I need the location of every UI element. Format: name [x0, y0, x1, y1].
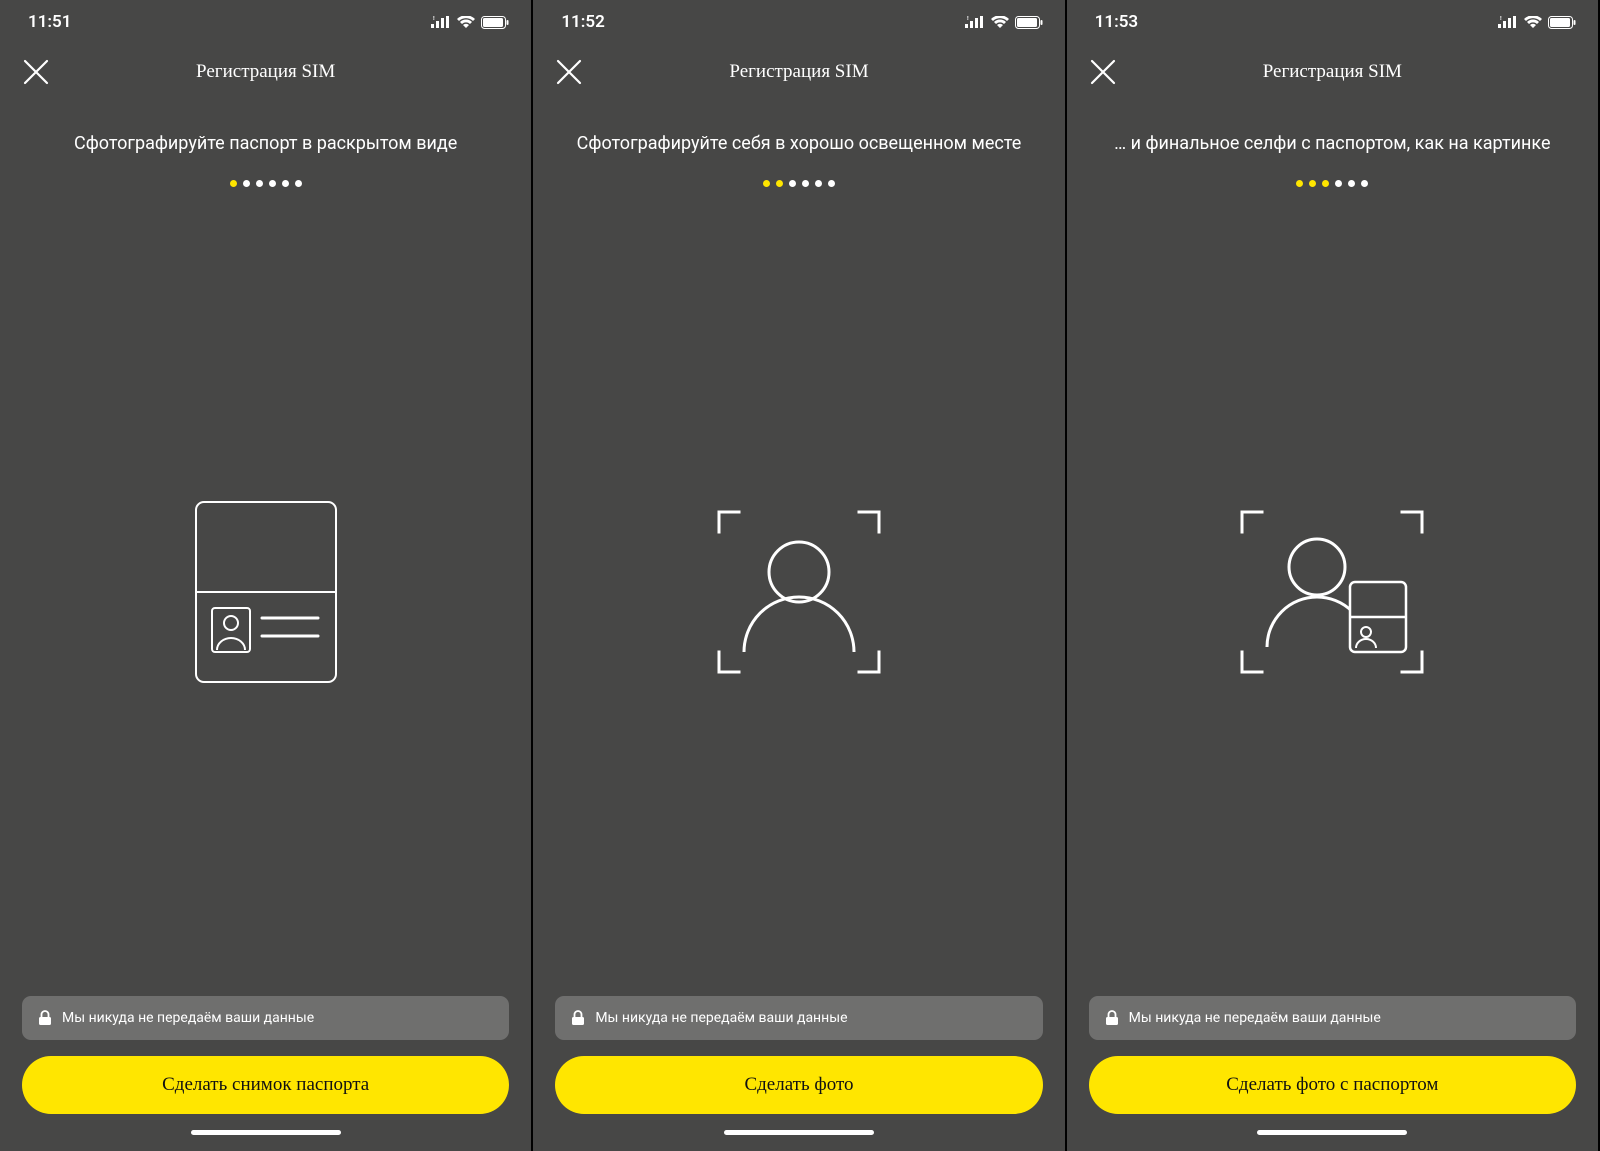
dot: [1309, 180, 1316, 187]
wifi-icon: [1524, 16, 1542, 28]
svg-text:!: !: [1500, 16, 1502, 22]
dot: [802, 180, 809, 187]
home-indicator[interactable]: [191, 1130, 341, 1135]
dot: [230, 180, 237, 187]
illustration-area: [1067, 187, 1598, 996]
dot: [269, 180, 276, 187]
lock-icon: [571, 1010, 585, 1026]
cta-button[interactable]: Сделать снимок паспорта: [22, 1056, 509, 1114]
battery-icon: [1548, 16, 1576, 29]
status-icons: !: [431, 16, 509, 29]
cellular-icon: !: [1498, 16, 1518, 28]
instruction-text: … и финальное селфи с паспортом, как на …: [1067, 100, 1598, 170]
close-icon: [553, 56, 585, 88]
status-time: 11:51: [28, 12, 71, 32]
screen-2: 11:52 ! Регистрация SIM Сфотографируйте …: [533, 0, 1066, 1151]
footer: Мы никуда не передаём ваши данные Сделат…: [533, 996, 1064, 1151]
privacy-notice: Мы никуда не передаём ваши данные: [555, 996, 1042, 1040]
dot: [789, 180, 796, 187]
privacy-text: Мы никуда не передаём ваши данные: [1129, 1010, 1381, 1026]
close-icon: [20, 56, 52, 88]
home-indicator[interactable]: [724, 1130, 874, 1135]
svg-text:!: !: [433, 16, 435, 22]
battery-icon: [1015, 16, 1043, 29]
svg-text:!: !: [967, 16, 969, 22]
passport-icon: [186, 492, 346, 692]
dot: [1361, 180, 1368, 187]
screen-1: 11:51 ! Регистрация SIM Сфотографируйте …: [0, 0, 533, 1151]
dot: [295, 180, 302, 187]
status-icons: !: [1498, 16, 1576, 29]
instruction-text: Сфотографируйте паспорт в раскрытом виде: [0, 100, 531, 170]
cta-button[interactable]: Сделать фото с паспортом: [1089, 1056, 1576, 1114]
progress-dots: [0, 180, 531, 187]
privacy-text: Мы никуда не передаём ваши данные: [62, 1010, 314, 1026]
dot: [763, 180, 770, 187]
progress-dots: [533, 180, 1064, 187]
page-title: Регистрация SIM: [1067, 61, 1598, 83]
cellular-icon: !: [965, 16, 985, 28]
header: Регистрация SIM: [533, 44, 1064, 100]
header: Регистрация SIM: [1067, 44, 1598, 100]
lock-icon: [38, 1010, 52, 1026]
status-bar: 11:52 !: [533, 0, 1064, 44]
dot: [828, 180, 835, 187]
progress-dots: [1067, 180, 1598, 187]
privacy-notice: Мы никуда не передаём ваши данные: [22, 996, 509, 1040]
battery-icon: [481, 16, 509, 29]
illustration-area: [0, 187, 531, 996]
close-button[interactable]: [553, 56, 585, 88]
dot: [815, 180, 822, 187]
close-button[interactable]: [1087, 56, 1119, 88]
status-icons: !: [965, 16, 1043, 29]
lock-icon: [1105, 1010, 1119, 1026]
dot: [1348, 180, 1355, 187]
illustration-area: [533, 187, 1064, 996]
cellular-icon: !: [431, 16, 451, 28]
dot: [1322, 180, 1329, 187]
footer: Мы никуда не передаём ваши данные Сделат…: [0, 996, 531, 1151]
selfie-passport-icon: [1222, 492, 1442, 692]
status-bar: 11:53 !: [1067, 0, 1598, 44]
wifi-icon: [457, 16, 475, 28]
status-bar: 11:51 !: [0, 0, 531, 44]
wifi-icon: [991, 16, 1009, 28]
dot: [282, 180, 289, 187]
dot: [243, 180, 250, 187]
privacy-text: Мы никуда не передаём ваши данные: [595, 1010, 847, 1026]
screen-3: 11:53 ! Регистрация SIM … и финальное се…: [1067, 0, 1600, 1151]
status-time: 11:53: [1095, 12, 1138, 32]
close-icon: [1087, 56, 1119, 88]
dot: [1335, 180, 1342, 187]
cta-button[interactable]: Сделать фото: [555, 1056, 1042, 1114]
privacy-notice: Мы никуда не передаём ваши данные: [1089, 996, 1576, 1040]
header: Регистрация SIM: [0, 44, 531, 100]
status-time: 11:52: [561, 12, 604, 32]
page-title: Регистрация SIM: [533, 61, 1064, 83]
selfie-icon: [699, 492, 899, 692]
close-button[interactable]: [20, 56, 52, 88]
instruction-text: Сфотографируйте себя в хорошо освещенном…: [533, 100, 1064, 170]
dot: [256, 180, 263, 187]
home-indicator[interactable]: [1257, 1130, 1407, 1135]
dot: [1296, 180, 1303, 187]
page-title: Регистрация SIM: [0, 61, 531, 83]
footer: Мы никуда не передаём ваши данные Сделат…: [1067, 996, 1598, 1151]
dot: [776, 180, 783, 187]
